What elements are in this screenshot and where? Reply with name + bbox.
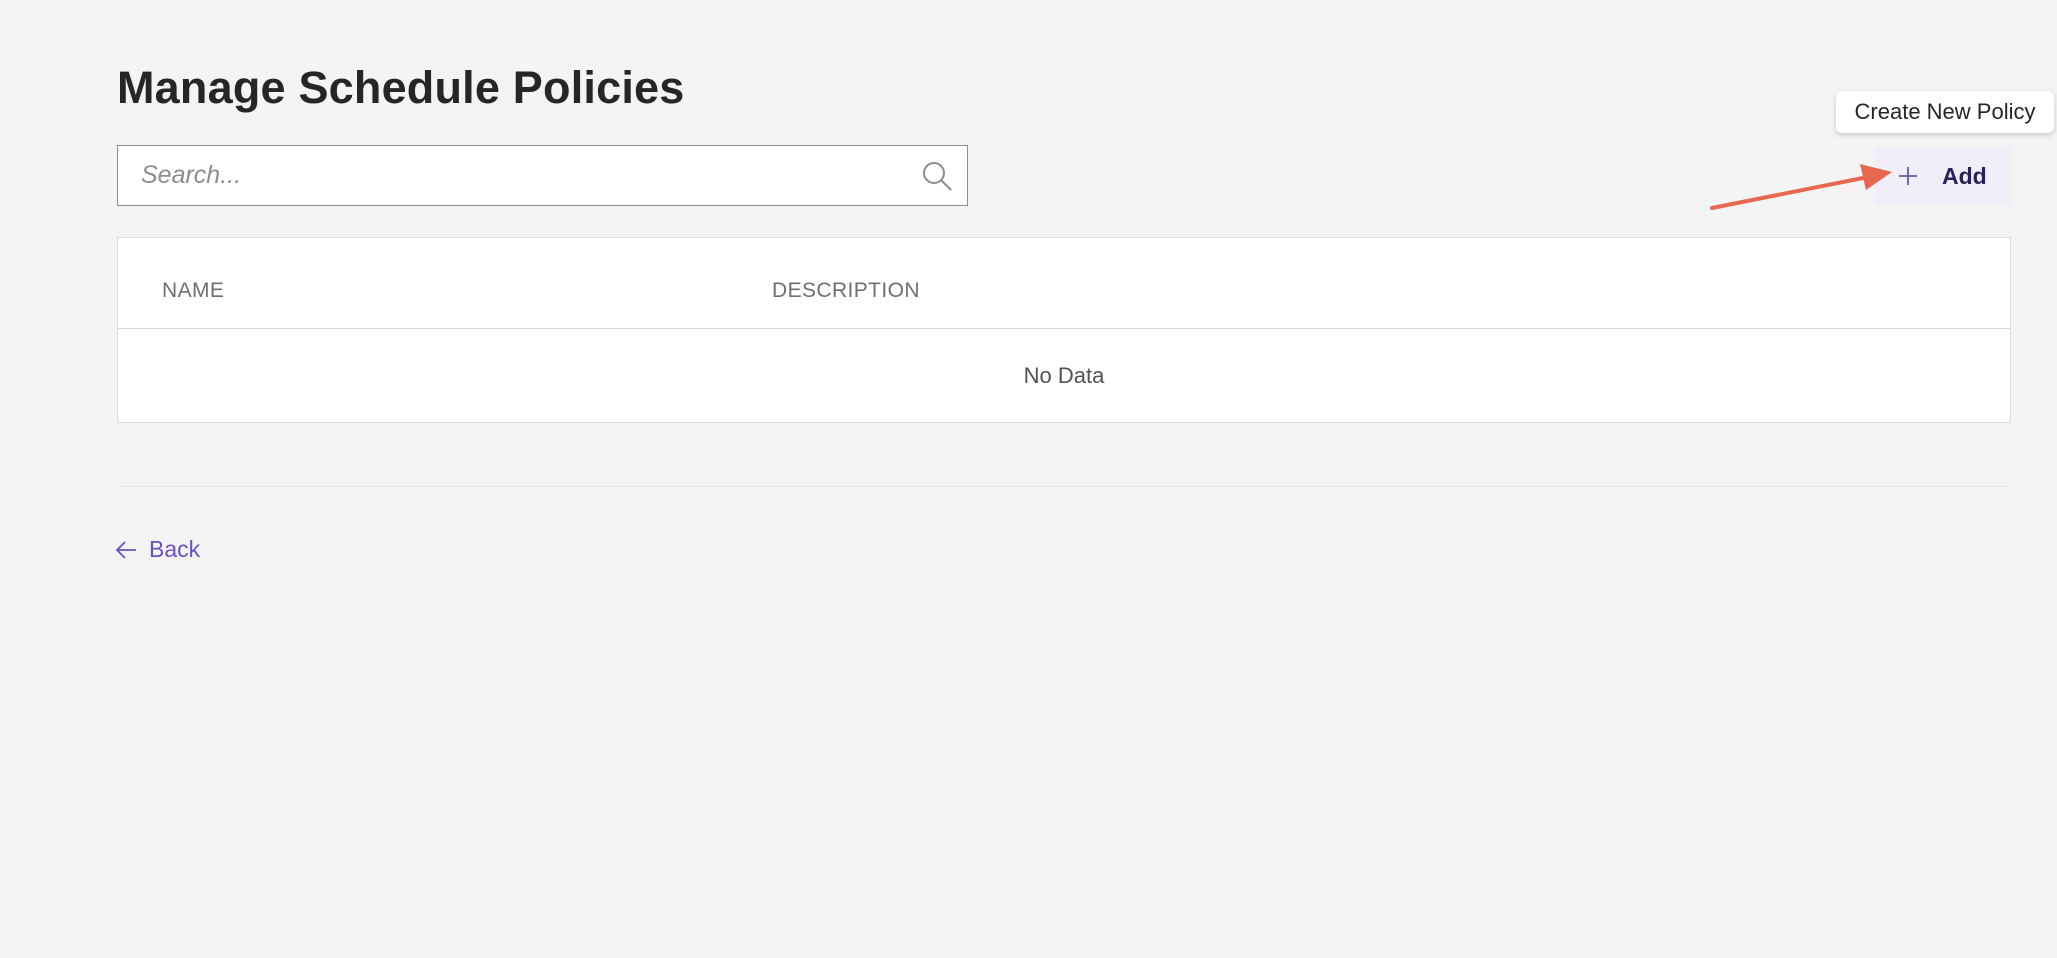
- annotation-arrow-icon: [1710, 164, 1892, 210]
- search-input[interactable]: [118, 146, 967, 205]
- search-box[interactable]: [117, 145, 968, 206]
- back-link[interactable]: Back: [115, 536, 200, 563]
- page-title: Manage Schedule Policies: [117, 62, 685, 113]
- page: Manage Schedule Policies Create New Poli…: [0, 0, 2057, 958]
- back-link-label: Back: [149, 536, 201, 562]
- table-header: NAME DESCRIPTION: [118, 238, 2010, 329]
- policies-table: NAME DESCRIPTION No Data: [117, 237, 2011, 423]
- plus-icon: [1899, 167, 1917, 185]
- empty-state-text: No Data: [1023, 363, 1105, 388]
- search-icon[interactable]: [921, 160, 953, 192]
- add-button-label: Add: [1942, 162, 1987, 189]
- add-button-tooltip: Create New Policy: [1836, 91, 2054, 133]
- arrow-left-icon: [115, 540, 136, 559]
- divider: [117, 486, 2011, 487]
